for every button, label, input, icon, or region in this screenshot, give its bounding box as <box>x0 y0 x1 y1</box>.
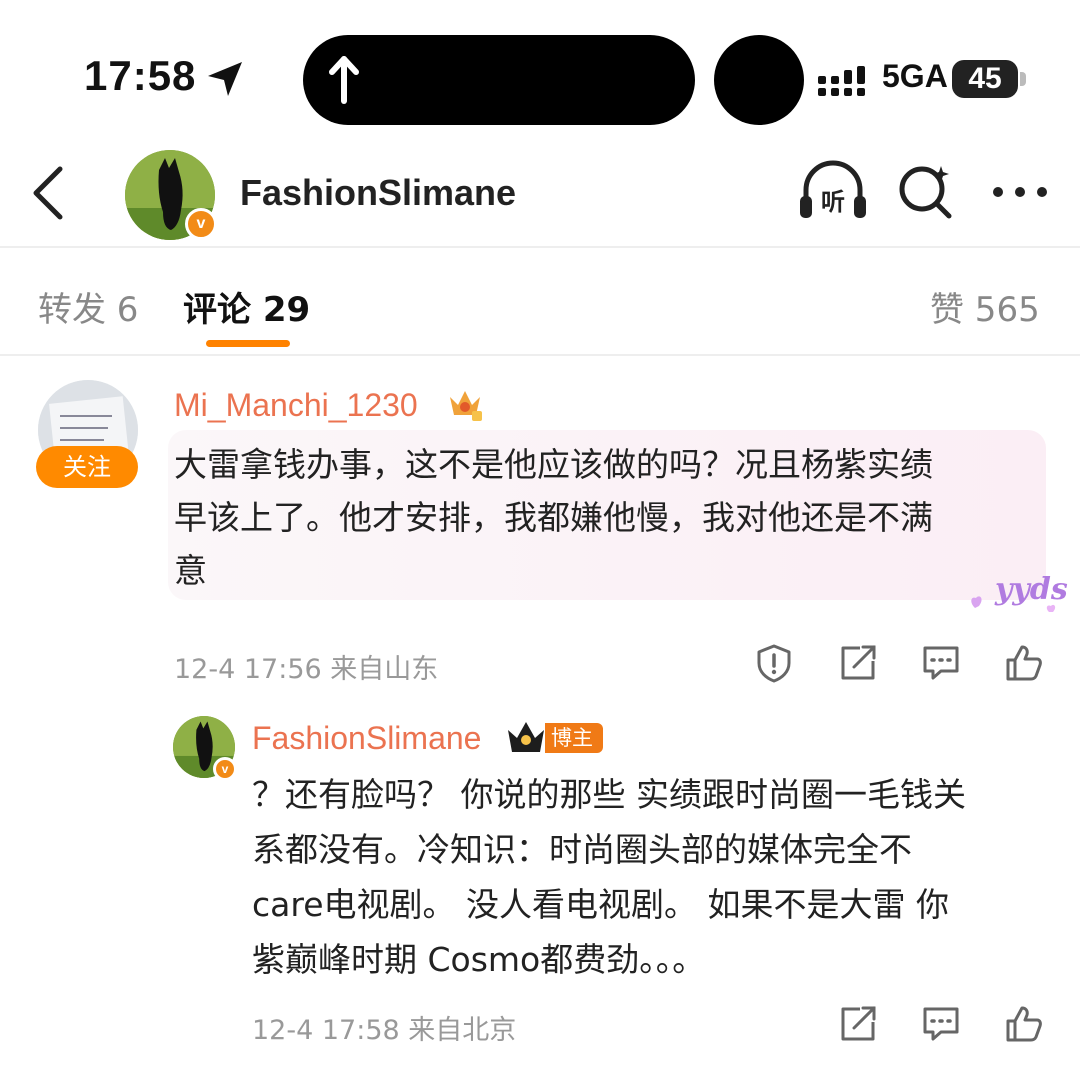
comment-meta: 12-4 17:56 来自山东 <box>174 654 439 685</box>
upload-arrow-icon <box>329 56 359 104</box>
comment-text-line: 大雷拿钱办事，这不是他应该做的吗？况且杨紫实绩 <box>174 445 933 484</box>
svg-text:听: 听 <box>821 188 845 216</box>
like-icon[interactable] <box>1004 643 1044 683</box>
reply-icon[interactable] <box>921 643 961 683</box>
reply-username[interactable]: FashionSlimane <box>252 720 481 757</box>
verified-badge-icon: v <box>185 208 217 240</box>
verified-badge-icon: v <box>213 757 237 781</box>
comment-text-line: 早该上了。他才安排，我都嫌他慢，我对他还是不满 <box>174 498 933 537</box>
tabs-divider <box>0 354 1080 356</box>
reply-meta: 12-4 17:58 来自北京 <box>252 1015 517 1046</box>
like-icon[interactable] <box>1004 1004 1044 1044</box>
vip-crown-icon <box>450 391 482 421</box>
back-icon[interactable] <box>28 165 68 221</box>
reply-icon[interactable] <box>921 1004 961 1044</box>
reply-text-line: 紫巅峰时期 Cosmo都费劲。。。 <box>252 940 706 979</box>
header-divider <box>0 246 1080 248</box>
battery-indicator: 45 <box>952 60 1018 98</box>
listen-icon[interactable]: 听 <box>798 160 868 222</box>
tab-likes[interactable]: 赞 565 <box>930 282 1040 331</box>
reply-text-line: 系都没有。冷知识：时尚圈头部的媒体完全不 <box>252 830 912 869</box>
commenter-username[interactable]: Mi_Manchi_1230 <box>174 387 418 424</box>
reply-text-line: care电视剧。 没人看电视剧。 如果不是大雷 你 <box>252 885 949 924</box>
share-icon[interactable] <box>838 1004 878 1044</box>
share-icon[interactable] <box>838 643 878 683</box>
yyds-sticker: yyds <box>965 570 1068 618</box>
camera-dot <box>714 35 804 125</box>
tab-reposts[interactable]: 转发 6 <box>38 282 138 331</box>
tab-comments[interactable]: 评论 29 <box>183 282 310 331</box>
comment-text-line: 意 <box>174 551 207 590</box>
dynamic-island <box>303 35 695 125</box>
battery-tip <box>1020 72 1026 86</box>
active-tab-indicator <box>206 340 290 347</box>
search-icon[interactable] <box>897 162 955 220</box>
sticker-text: yyds <box>995 572 1068 607</box>
reply-text-line: ？还有脸吗？ 你说的那些 实绩跟时尚圈一毛钱关 <box>252 775 966 814</box>
more-icon[interactable] <box>990 182 1050 202</box>
report-icon[interactable] <box>754 643 794 683</box>
status-time: 17:58 <box>84 52 197 99</box>
author-tag: 博主 <box>545 723 603 753</box>
location-arrow-icon <box>208 62 242 96</box>
crown-icon <box>508 722 544 752</box>
signal-icon <box>818 66 865 96</box>
bottom-fade <box>760 1056 1080 1084</box>
follow-button[interactable]: 关注 <box>36 446 138 488</box>
header-username[interactable]: FashionSlimane <box>240 172 516 214</box>
network-label: 5GA <box>882 58 948 94</box>
